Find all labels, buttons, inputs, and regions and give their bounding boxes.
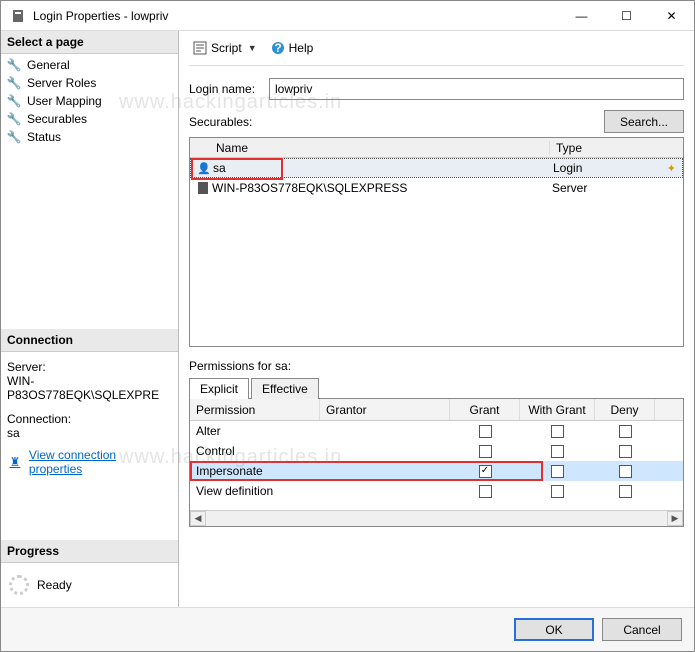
progress-status: Ready	[37, 578, 72, 592]
sparkle-icon: ✦	[667, 162, 676, 175]
withgrant-checkbox[interactable]	[551, 485, 564, 498]
col-type[interactable]: Type	[550, 141, 683, 155]
login-icon: 👤	[195, 162, 213, 175]
close-button[interactable]: ✕	[649, 1, 694, 30]
connection-info: Server: WIN-P83OS778EQK\SQLEXPRE Connect…	[1, 352, 178, 541]
server-icon	[194, 182, 212, 194]
grant-checkbox[interactable]	[479, 445, 492, 458]
page-server-roles[interactable]: 🔧Server Roles	[1, 74, 178, 92]
col-grantor[interactable]: Grantor	[320, 399, 450, 420]
col-grant[interactable]: Grant	[450, 399, 520, 420]
page-status[interactable]: 🔧Status	[1, 128, 178, 146]
progress-block: Ready	[1, 563, 178, 607]
scroll-right-icon[interactable]: ▶	[667, 511, 683, 526]
toolbar: Script ▼ ? Help	[189, 39, 684, 66]
securables-label: Securables:	[189, 115, 252, 129]
deny-checkbox[interactable]	[619, 425, 632, 438]
deny-checkbox[interactable]	[619, 485, 632, 498]
securable-row-server[interactable]: WIN-P83OS778EQK\SQLEXPRESS Server	[190, 178, 683, 198]
ok-button[interactable]: OK	[514, 618, 594, 641]
tab-effective[interactable]: Effective	[251, 378, 319, 399]
scroll-left-icon[interactable]: ◀	[190, 511, 206, 526]
permissions-tabs: Explicit Effective	[189, 377, 684, 399]
grant-checkbox[interactable]	[479, 485, 492, 498]
deny-checkbox[interactable]	[619, 445, 632, 458]
securables-header: Name Type	[190, 138, 683, 158]
properties-icon: ♜	[7, 454, 23, 470]
help-button[interactable]: ? Help	[267, 39, 318, 57]
securables-list: Name Type 👤 sa Login ✦ WIN-P83OS778EQK\S…	[189, 137, 684, 347]
login-name-label: Login name:	[189, 82, 259, 96]
perm-row-alter[interactable]: Alter	[190, 421, 683, 441]
cancel-button[interactable]: Cancel	[602, 618, 682, 641]
server-value: WIN-P83OS778EQK\SQLEXPRE	[7, 374, 172, 402]
sidebar: Select a page 🔧General 🔧Server Roles 🔧Us…	[1, 31, 179, 607]
withgrant-checkbox[interactable]	[551, 425, 564, 438]
permissions-label: Permissions for sa:	[189, 359, 684, 373]
perm-row-control[interactable]: Control	[190, 441, 683, 461]
withgrant-checkbox[interactable]	[551, 465, 564, 478]
dialog-window: Login Properties - lowpriv — ☐ ✕ Select …	[0, 0, 695, 652]
wrench-icon: 🔧	[7, 130, 21, 144]
connection-label: Connection:	[7, 412, 172, 426]
minimize-button[interactable]: —	[559, 1, 604, 30]
deny-checkbox[interactable]	[619, 465, 632, 478]
connection-value: sa	[7, 426, 172, 440]
securable-row-sa[interactable]: 👤 sa Login ✦	[190, 158, 683, 178]
page-general[interactable]: 🔧General	[1, 56, 178, 74]
page-list: 🔧General 🔧Server Roles 🔧User Mapping 🔧Se…	[1, 54, 178, 148]
script-button[interactable]: Script ▼	[189, 39, 261, 57]
progress-spinner-icon	[9, 575, 29, 595]
select-page-header: Select a page	[1, 31, 178, 54]
server-label: Server:	[7, 360, 172, 374]
col-permission[interactable]: Permission	[190, 399, 320, 420]
permissions-header: Permission Grantor Grant With Grant Deny	[190, 399, 683, 421]
wrench-icon: 🔧	[7, 76, 21, 90]
maximize-button[interactable]: ☐	[604, 1, 649, 30]
search-button[interactable]: Search...	[604, 110, 684, 133]
wrench-icon: 🔧	[7, 94, 21, 108]
chevron-down-icon: ▼	[248, 43, 257, 53]
login-name-input[interactable]	[269, 78, 684, 100]
app-icon	[9, 7, 27, 25]
content-panel: www.hackingarticles.in www.hackingarticl…	[179, 31, 694, 607]
view-connection-properties-link[interactable]: ♜ View connection properties	[7, 448, 172, 476]
horizontal-scrollbar[interactable]: ◀ ▶	[190, 510, 683, 526]
title-bar: Login Properties - lowpriv — ☐ ✕	[1, 1, 694, 31]
col-deny[interactable]: Deny	[595, 399, 655, 420]
progress-header: Progress	[1, 540, 178, 563]
withgrant-checkbox[interactable]	[551, 445, 564, 458]
svg-text:?: ?	[274, 41, 281, 55]
window-title: Login Properties - lowpriv	[33, 9, 559, 23]
grant-checkbox[interactable]: ✓	[479, 465, 492, 478]
grant-checkbox[interactable]	[479, 425, 492, 438]
col-name[interactable]: Name	[190, 141, 550, 155]
col-withgrant[interactable]: With Grant	[520, 399, 595, 420]
scroll-track[interactable]	[206, 511, 667, 526]
connection-header: Connection	[1, 329, 178, 352]
tab-explicit[interactable]: Explicit	[189, 378, 249, 399]
permissions-table: Permission Grantor Grant With Grant Deny…	[189, 399, 684, 527]
wrench-icon: 🔧	[7, 112, 21, 126]
perm-row-impersonate[interactable]: Impersonate ✓	[190, 461, 683, 481]
wrench-icon: 🔧	[7, 58, 21, 72]
perm-row-viewdef[interactable]: View definition	[190, 481, 683, 501]
page-securables[interactable]: 🔧Securables	[1, 110, 178, 128]
page-user-mapping[interactable]: 🔧User Mapping	[1, 92, 178, 110]
dialog-footer: OK Cancel	[1, 607, 694, 651]
help-icon: ?	[271, 41, 285, 55]
script-icon	[193, 41, 207, 55]
